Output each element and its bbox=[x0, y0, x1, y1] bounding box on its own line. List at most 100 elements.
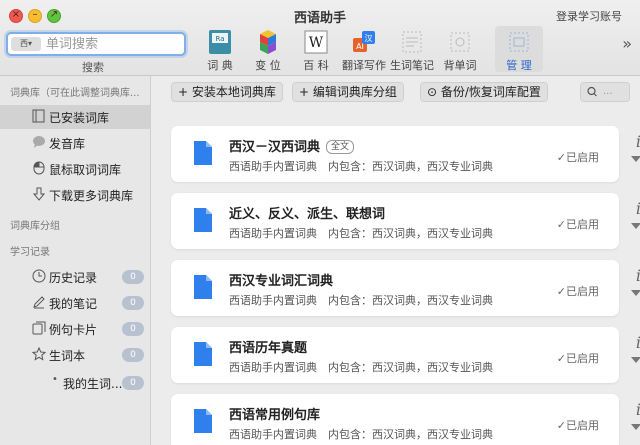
checkmark-icon: ✓ bbox=[556, 218, 566, 231]
dict-search-field[interactable]: ... bbox=[580, 82, 630, 102]
sidebar-section-dictionaries: 词典库（可在此调整词典库... bbox=[10, 88, 140, 99]
dict-title: 西汉－汉西词典 全文 bbox=[229, 136, 355, 155]
chevron-down-icon[interactable] bbox=[631, 156, 640, 162]
tool-manage[interactable]: 管 理 bbox=[495, 26, 543, 72]
dict-card[interactable]: 西汉－汉西词典 全文 西语助手内置词典 内包含：西汉词典，西汉专业词典 ✓已启用 … bbox=[171, 126, 640, 182]
info-icon[interactable]: i bbox=[636, 266, 640, 285]
sidebar-item-wordbook[interactable]: 生词本 0 bbox=[0, 343, 150, 367]
dict-title: 西语历年真题 bbox=[229, 341, 308, 356]
tool-conjugation[interactable]: 变 位 bbox=[244, 26, 292, 72]
svg-text:W: W bbox=[309, 35, 324, 51]
count-badge: 0 bbox=[122, 348, 144, 362]
document-icon bbox=[194, 409, 212, 433]
backup-restore-button[interactable]: ⊙ 备份/恢复词库配置 bbox=[420, 82, 548, 102]
count-badge: 0 bbox=[122, 376, 144, 390]
dict-card[interactable]: 西语常用例句库 西语助手内置词典 内包含：西汉词典，西汉专业词典 ✓已启用 i bbox=[171, 394, 640, 445]
search-placeholder: ... bbox=[603, 86, 613, 97]
sidebar-section-groups[interactable]: 词典库分组 bbox=[10, 217, 60, 232]
tool-label: 翻译写作 bbox=[342, 59, 386, 72]
tool-wiki[interactable]: W 百 科 bbox=[292, 26, 340, 72]
tool-vocab-notes[interactable]: 生词笔记 bbox=[388, 26, 436, 72]
count-badge: 0 bbox=[122, 322, 144, 336]
install-local-dict-button[interactable]: + 安装本地词典库 bbox=[171, 82, 283, 102]
document-icon bbox=[194, 342, 212, 366]
dict-status[interactable]: ✓已启用 bbox=[557, 283, 599, 299]
cards-icon bbox=[31, 321, 46, 336]
toolbar-overflow-icon[interactable]: » bbox=[622, 34, 632, 53]
dict-card[interactable]: 近义、反义、派生、联想词 西语助手内置词典 内包含：西汉词典，西汉专业词典 ✓已… bbox=[171, 193, 640, 249]
conjugation-cubes-icon bbox=[260, 30, 276, 54]
tool-flashcards[interactable]: 背单词 bbox=[436, 26, 484, 72]
search-language-dropdown[interactable]: 西▾ bbox=[11, 37, 41, 51]
sidebar-item-mouse-lookup[interactable]: 鼠标取词词库 bbox=[0, 157, 150, 181]
tool-label: 生词笔记 bbox=[390, 59, 434, 72]
translate-icon: AI 汉 bbox=[353, 31, 375, 52]
sidebar-item-pronunciation[interactable]: 发音库 bbox=[0, 131, 150, 155]
sidebar-item-installed[interactable]: 已安装词库 bbox=[0, 105, 150, 129]
book-icon bbox=[31, 109, 46, 124]
tool-translate[interactable]: AI 汉 翻译写作 bbox=[340, 26, 388, 72]
document-icon bbox=[194, 141, 212, 165]
checkmark-icon: ✓ bbox=[556, 151, 566, 164]
dict-description: 西语助手内置词典 内包含：西汉词典，西汉专业词典 bbox=[229, 294, 493, 307]
tool-label: 背单词 bbox=[443, 59, 477, 72]
star-icon bbox=[31, 346, 46, 362]
info-icon[interactable]: i bbox=[636, 333, 640, 352]
login-account-link[interactable]: 登录学习账号 bbox=[556, 8, 622, 24]
sidebar: 词典库（可在此调整词典库... 已安装词库 发音库 鼠标取词词库 下载更多词典库 bbox=[0, 76, 151, 445]
tool-dictionary[interactable]: Ra 词 典 bbox=[196, 26, 244, 72]
dict-description: 西语助手内置词典 内包含：西汉词典，西汉专业词典 bbox=[229, 428, 493, 441]
sidebar-item-notes[interactable]: 我的笔记 0 bbox=[0, 291, 150, 315]
info-icon[interactable]: i bbox=[636, 199, 640, 218]
wikipedia-icon: W bbox=[304, 30, 328, 54]
dict-description: 西语助手内置词典 内包含：西汉词典，西汉专业词典 bbox=[229, 361, 493, 374]
sidebar-item-label: 生词本 bbox=[49, 349, 86, 363]
info-icon[interactable]: i bbox=[636, 132, 640, 151]
sidebar-item-history[interactable]: 历史记录 0 bbox=[0, 265, 150, 289]
sidebar-item-label: 下载更多词典库 bbox=[49, 189, 134, 203]
action-bar: + 安装本地词典库 + 编辑词典库分组 ⊙ 备份/恢复词库配置 ... bbox=[151, 76, 640, 106]
dict-card[interactable]: 西语历年真题 西语助手内置词典 内包含：西汉词典，西汉专业词典 ✓已启用 i bbox=[171, 327, 640, 383]
sidebar-item-download[interactable]: 下载更多词典库 bbox=[0, 183, 150, 207]
dict-status[interactable]: ✓已启用 bbox=[557, 216, 599, 232]
tool-label: 百 科 bbox=[303, 59, 329, 72]
search-caption: 搜索 bbox=[82, 61, 104, 74]
dict-title: 西语常用例句库 bbox=[229, 408, 321, 423]
app-title: 西语助手 bbox=[293, 11, 346, 26]
search-box: 西▾ bbox=[6, 32, 186, 56]
dict-status[interactable]: ✓已启用 bbox=[557, 149, 599, 165]
vocab-notes-icon bbox=[402, 31, 422, 53]
bullet-icon: • bbox=[52, 374, 58, 385]
chevron-down-icon[interactable] bbox=[631, 223, 640, 229]
dict-status[interactable]: ✓已启用 bbox=[557, 350, 599, 366]
search-input[interactable] bbox=[46, 35, 180, 53]
chevron-down-icon[interactable] bbox=[631, 357, 640, 363]
sidebar-item-example-cards[interactable]: 例句卡片 0 bbox=[0, 317, 150, 341]
svg-text:汉: 汉 bbox=[365, 34, 373, 43]
sidebar-item-label: 发音库 bbox=[49, 137, 86, 151]
document-icon bbox=[194, 275, 212, 299]
info-icon[interactable]: i bbox=[636, 400, 640, 419]
main-content: + 安装本地词典库 + 编辑词典库分组 ⊙ 备份/恢复词库配置 ... 西汉－汉… bbox=[151, 76, 640, 445]
mouse-icon bbox=[31, 161, 46, 176]
manage-icon bbox=[509, 32, 529, 52]
sidebar-item-label: 我的笔记 bbox=[49, 297, 98, 311]
chevron-down-icon[interactable] bbox=[631, 424, 640, 430]
sidebar-item-label: 鼠标取词词库 bbox=[49, 163, 122, 177]
dict-status[interactable]: ✓已启用 bbox=[557, 417, 599, 433]
dict-card[interactable]: 西汉专业词汇词典 西语助手内置词典 内包含：西汉词典，西汉专业词典 ✓已启用 i bbox=[171, 260, 640, 316]
sidebar-item-my-wordbook[interactable]: • 我的生词... 0 bbox=[0, 371, 150, 395]
edit-dict-group-button[interactable]: + 编辑词典库分组 bbox=[292, 82, 404, 102]
flashcards-icon bbox=[450, 32, 470, 52]
count-badge: 0 bbox=[122, 296, 144, 310]
tool-label: 变 位 bbox=[255, 59, 281, 72]
tool-label: 词 典 bbox=[207, 59, 233, 72]
count-badge: 0 bbox=[122, 270, 144, 284]
dictionary-book-icon: Ra bbox=[209, 30, 231, 54]
chevron-down-icon[interactable] bbox=[631, 290, 640, 296]
tool-label: 管 理 bbox=[506, 59, 532, 72]
sidebar-section-study: 学习记录 bbox=[10, 247, 50, 258]
dict-description: 西语助手内置词典 内包含：西汉词典，西汉专业词典 bbox=[229, 160, 493, 173]
dict-title: 西汉专业词汇词典 bbox=[229, 274, 334, 289]
sidebar-item-label: 已安装词库 bbox=[49, 111, 110, 125]
